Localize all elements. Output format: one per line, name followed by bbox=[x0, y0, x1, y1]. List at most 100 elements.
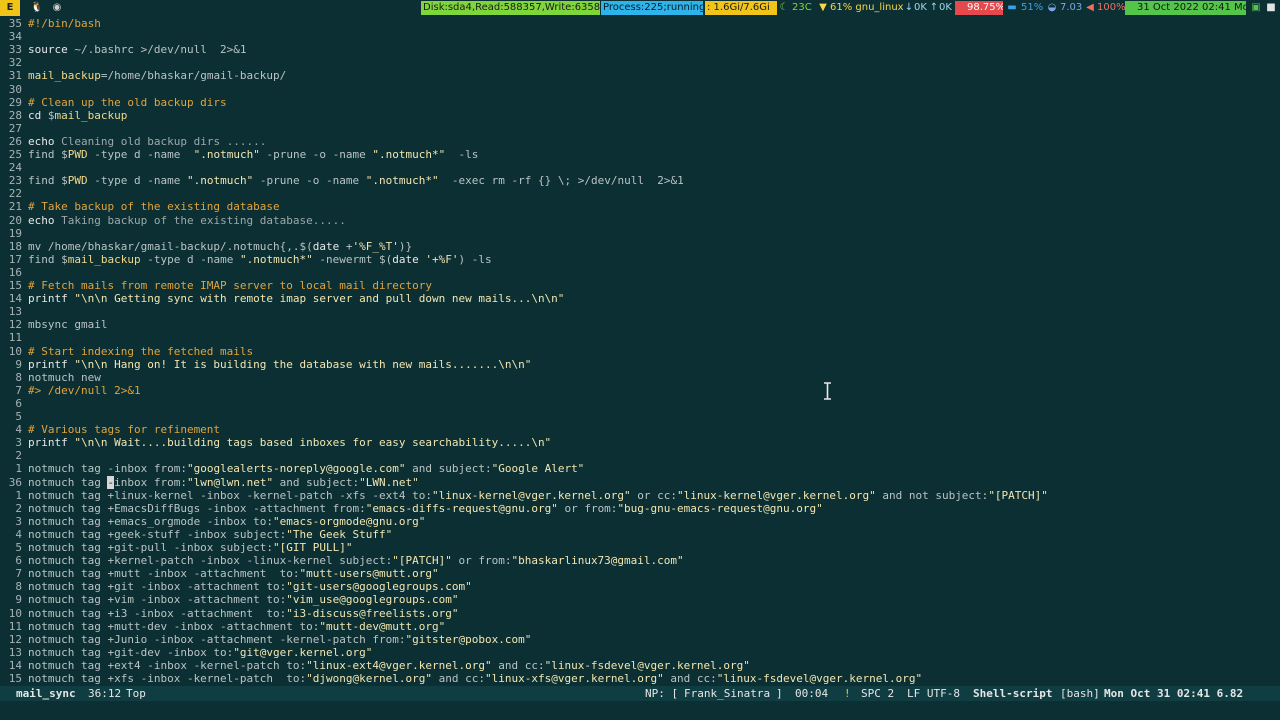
code-line[interactable]: 13 bbox=[0, 305, 1280, 318]
code-token: '+%F' bbox=[425, 252, 459, 266]
code-token: $ bbox=[61, 174, 68, 188]
line-number: 8 bbox=[15, 370, 22, 384]
code-line[interactable]: 27 bbox=[0, 122, 1280, 135]
now-playing-track[interactable]: Frank_Sinatra bbox=[684, 686, 770, 701]
code-line[interactable]: 28 cd $mail_backup bbox=[0, 109, 1280, 122]
line-number: 7 bbox=[15, 383, 22, 397]
code-token: "linux-ext4@vger.kernel.org" bbox=[306, 658, 492, 672]
code-line[interactable]: 21 # Take backup of the existing database bbox=[0, 200, 1280, 213]
tray-icon[interactable]: ■ bbox=[1265, 0, 1277, 16]
code-line[interactable]: 7 #> /dev/null 2>&1 bbox=[0, 384, 1280, 397]
code-token: "mutt-dev@mutt.org" bbox=[319, 619, 446, 633]
code-line[interactable]: 3 printf "\n\n Wait....building tags base… bbox=[0, 436, 1280, 449]
code-line[interactable]: 1 notmuch tag -inbox from:"googlealerts-n… bbox=[0, 462, 1280, 475]
code-line[interactable]: 6 bbox=[0, 397, 1280, 410]
code-line[interactable]: 16 bbox=[0, 266, 1280, 279]
code-line[interactable]: 11 bbox=[0, 331, 1280, 344]
code-line[interactable]: 5 notmuch tag +git-pull -inbox subject:"[… bbox=[0, 541, 1280, 554]
code-line[interactable]: 31 mail_backup=/home/bhaskar/gmail-backup… bbox=[0, 69, 1280, 82]
code-line[interactable]: 34 bbox=[0, 30, 1280, 43]
code-line[interactable]: 2 notmuch tag +EmacsDiffBugs -inbox -atta… bbox=[0, 502, 1280, 515]
code-text: #> /dev/null 2>&1 bbox=[28, 384, 141, 397]
line-number: 12 bbox=[8, 632, 22, 646]
code-line[interactable]: 22 bbox=[0, 187, 1280, 200]
net-up-widget: 0K bbox=[939, 2, 952, 13]
workspace-indicator[interactable]: E bbox=[0, 0, 20, 16]
code-line[interactable]: 12 notmuch tag +Junio -inbox -attachment … bbox=[0, 633, 1280, 646]
system-status-bar: E 🐧 ◉ Disk:sda4,Read:588357,Write:63588 … bbox=[0, 0, 1280, 16]
code-text: mail_backup=/home/bhaskar/gmail-backup/ bbox=[28, 69, 286, 82]
code-text: notmuch tag +i3 -inbox -attachment to:"i… bbox=[28, 607, 458, 620]
code-line[interactable]: 30 bbox=[0, 83, 1280, 96]
buffer-name[interactable]: mail_sync bbox=[16, 686, 76, 701]
code-line[interactable]: 2 bbox=[0, 449, 1280, 462]
line-number: 13 bbox=[8, 305, 22, 319]
code-line[interactable]: 14 notmuch tag +ext4 -inbox -kernel-patch… bbox=[0, 659, 1280, 672]
code-line[interactable]: 13 notmuch tag +git-dev -inbox to:"git@vg… bbox=[0, 646, 1280, 659]
code-token: or from: bbox=[451, 554, 512, 568]
code-line[interactable]: 4 # Various tags for refinement bbox=[0, 423, 1280, 436]
code-line[interactable]: 9 printf "\n\n Hang on! It is building th… bbox=[0, 358, 1280, 371]
code-line[interactable]: 24 bbox=[0, 161, 1280, 174]
code-line[interactable]: 29 # Clean up the old backup dirs bbox=[0, 96, 1280, 109]
code-line[interactable]: 8 notmuch new bbox=[0, 371, 1280, 384]
code-line[interactable]: 1 notmuch tag +linux-kernel -inbox -kerne… bbox=[0, 489, 1280, 502]
code-token: "\n\n Hang on! It is building the databa… bbox=[74, 357, 532, 371]
minibuffer[interactable] bbox=[0, 701, 1280, 720]
code-line[interactable]: 14 printf "\n\n Getting sync with remote … bbox=[0, 292, 1280, 305]
code-line[interactable]: 15 # Fetch mails from remote IMAP server … bbox=[0, 279, 1280, 292]
lock-icon[interactable]: ▣ bbox=[1250, 0, 1262, 16]
code-line[interactable]: 25 find $PWD -type d -name ".notmuch" -pr… bbox=[0, 148, 1280, 161]
code-line[interactable]: 19 bbox=[0, 227, 1280, 240]
line-number: 13 bbox=[8, 645, 22, 659]
code-line[interactable]: 33 source ~/.bashrc >/dev/null 2>&1 bbox=[0, 43, 1280, 56]
code-token: "git-users@googlegroups.com" bbox=[286, 580, 472, 594]
code-line[interactable]: 23 find $PWD -type d -name ".notmuch" -pr… bbox=[0, 174, 1280, 187]
line-number: 5 bbox=[15, 410, 22, 423]
code-line[interactable]: 5 bbox=[0, 410, 1280, 423]
code-line[interactable]: 12 mbsync gmail bbox=[0, 318, 1280, 331]
code-line[interactable]: 36 notmuch tag -inbox from:"lwn@lwn.net" … bbox=[0, 475, 1280, 489]
editor-buffer[interactable]: 35 #!/bin/bash 34 33 source ~/.bashrc >/dev/… bbox=[0, 17, 1280, 685]
code-text: notmuch tag +xfs -inbox -kernel-patch to… bbox=[28, 672, 922, 685]
code-line[interactable]: 9 notmuch tag +vim -inbox -attachment to:… bbox=[0, 593, 1280, 606]
code-text: notmuch tag +linux-kernel -inbox -kernel… bbox=[28, 489, 1048, 502]
code-line[interactable]: 10 # Start indexing the fetched mails bbox=[0, 345, 1280, 358]
code-token: "bug-gnu-emacs-request@gnu.org" bbox=[617, 501, 823, 515]
code-line[interactable]: 7 notmuch tag +mutt -inbox -attachment to… bbox=[0, 567, 1280, 580]
code-line[interactable]: 3 notmuch tag +emacs_orgmode -inbox to:"e… bbox=[0, 515, 1280, 528]
major-mode[interactable]: Shell-script bbox=[973, 686, 1052, 701]
indent-setting[interactable]: SPC 2 bbox=[861, 686, 894, 701]
code-line[interactable]: 18 mv /home/bhaskar/gmail-backup/.notmuch… bbox=[0, 240, 1280, 253]
code-line[interactable]: 11 notmuch tag +mutt-dev -inbox -attachme… bbox=[0, 620, 1280, 633]
code-token: "linux-fsdevel@vger.kernel.org" bbox=[544, 658, 750, 672]
disk-usage-icon: ▬ bbox=[1007, 2, 1017, 13]
code-token: ~/.bashrc >/dev/null 2>&1 bbox=[74, 43, 247, 57]
code-token: notmuch tag +EmacsDiffBugs -inbox -attac… bbox=[28, 501, 366, 515]
code-line[interactable]: 8 notmuch tag +git -inbox -attachment to:… bbox=[0, 580, 1280, 593]
code-text: notmuch tag +git-dev -inbox to:"git@vger… bbox=[28, 646, 372, 659]
code-token: # Clean up the old backup dirs bbox=[28, 95, 227, 109]
code-line[interactable]: 32 bbox=[0, 56, 1280, 69]
code-token: "emacs-orgmode@gnu.org" bbox=[273, 514, 426, 528]
code-token: "\n\n Wait....building tags based inboxe… bbox=[74, 436, 552, 450]
volume-widget[interactable]: 100% bbox=[1095, 1, 1127, 15]
code-token: + bbox=[339, 239, 353, 253]
clock: Mon Oct 31 02:41 6.82 bbox=[1104, 687, 1244, 700]
code-token: PWD bbox=[67, 174, 88, 188]
code-line[interactable]: 10 notmuch tag +i3 -inbox -attachment to:… bbox=[0, 607, 1280, 620]
code-line[interactable]: 15 notmuch tag +xfs -inbox -kernel-patch … bbox=[0, 672, 1280, 685]
code-token: "LWN.net" bbox=[359, 475, 419, 489]
code-token: $ bbox=[61, 252, 68, 266]
code-line[interactable]: 20 echo Taking backup of the existing dat… bbox=[0, 214, 1280, 227]
notifications-icon[interactable]: ◉ bbox=[50, 0, 64, 16]
line-number: 24 bbox=[8, 161, 22, 175]
datetime-widget[interactable]: 31 Oct 2022 02:41 Mon bbox=[1125, 1, 1246, 15]
encoding-indicator[interactable]: LF UTF-8 bbox=[907, 686, 960, 701]
code-line[interactable]: 6 notmuch tag +kernel-patch -inbox -linux… bbox=[0, 554, 1280, 567]
code-line[interactable]: 17 find $mail_backup -type d -name ".notm… bbox=[0, 253, 1280, 266]
linux-icon[interactable]: 🐧 bbox=[30, 0, 44, 16]
code-line[interactable]: 35 #!/bin/bash bbox=[0, 17, 1280, 30]
code-line[interactable]: 4 notmuch tag +geek-stuff -inbox subject:… bbox=[0, 528, 1280, 541]
code-line[interactable]: 26 echo Cleaning old backup dirs ...... bbox=[0, 135, 1280, 148]
